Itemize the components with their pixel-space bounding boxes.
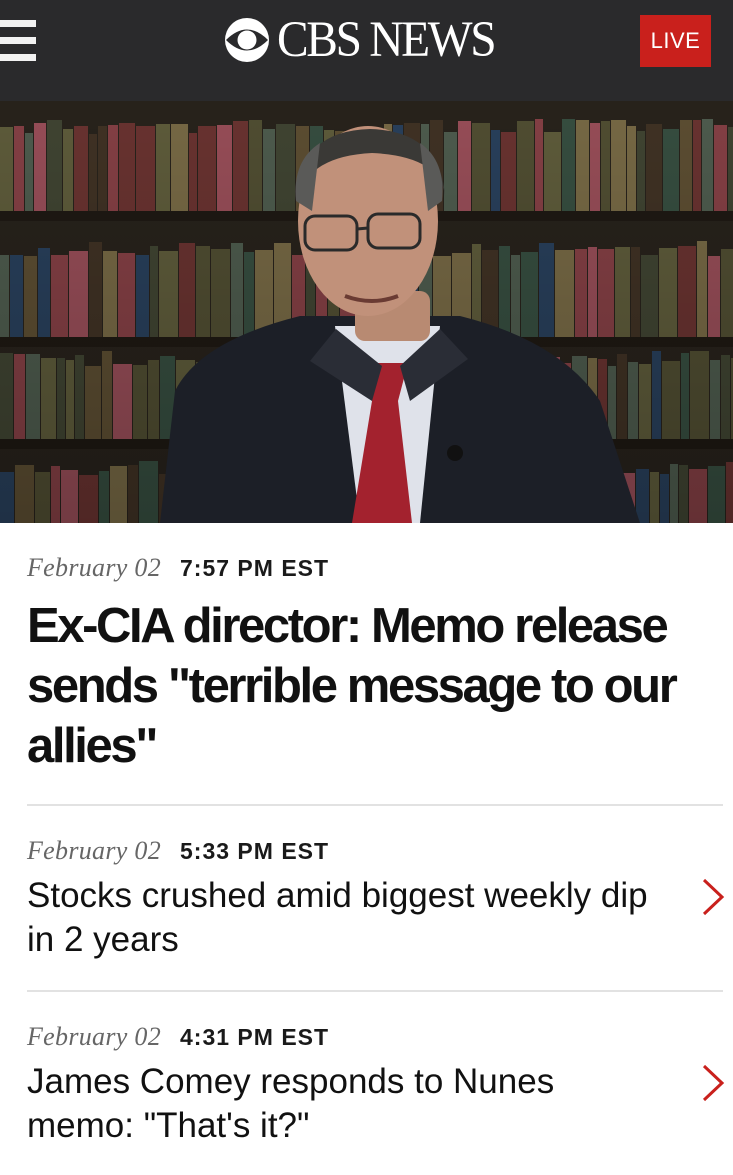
cbs-eye-logo-icon (225, 18, 269, 62)
hamburger-menu-icon[interactable] (0, 20, 36, 62)
cbs-news-logo[interactable]: CBS NEWS (223, 14, 511, 66)
divider (27, 804, 723, 806)
lead-story-image[interactable] (0, 101, 733, 523)
story-date: February 02 (27, 1022, 161, 1051)
live-button[interactable]: LIVE (640, 15, 711, 67)
story-meta: February 02 4:31 PM EST (27, 1022, 329, 1052)
lead-story-headline[interactable]: Ex-CIA director: Memo release sends "ter… (27, 596, 717, 776)
top-bar: CBS NEWS LIVE (0, 0, 733, 101)
chevron-right-icon[interactable] (700, 877, 726, 917)
lead-story-meta: February 02 7:57 PM EST (27, 553, 329, 583)
story-time: 7:57 PM EST (180, 555, 330, 581)
story-time: 4:31 PM EST (180, 1024, 330, 1050)
story-time: 5:33 PM EST (180, 838, 330, 864)
chevron-right-icon[interactable] (700, 1063, 726, 1103)
divider (27, 990, 723, 992)
story-date: February 02 (27, 553, 161, 582)
story-date: February 02 (27, 836, 161, 865)
story-headline[interactable]: James Comey responds to Nunes memo: "Tha… (27, 1060, 657, 1148)
story-meta: February 02 5:33 PM EST (27, 836, 329, 866)
brand-name: CBS NEWS (277, 11, 497, 68)
story-headline[interactable]: Stocks crushed amid biggest weekly dip i… (27, 874, 657, 962)
